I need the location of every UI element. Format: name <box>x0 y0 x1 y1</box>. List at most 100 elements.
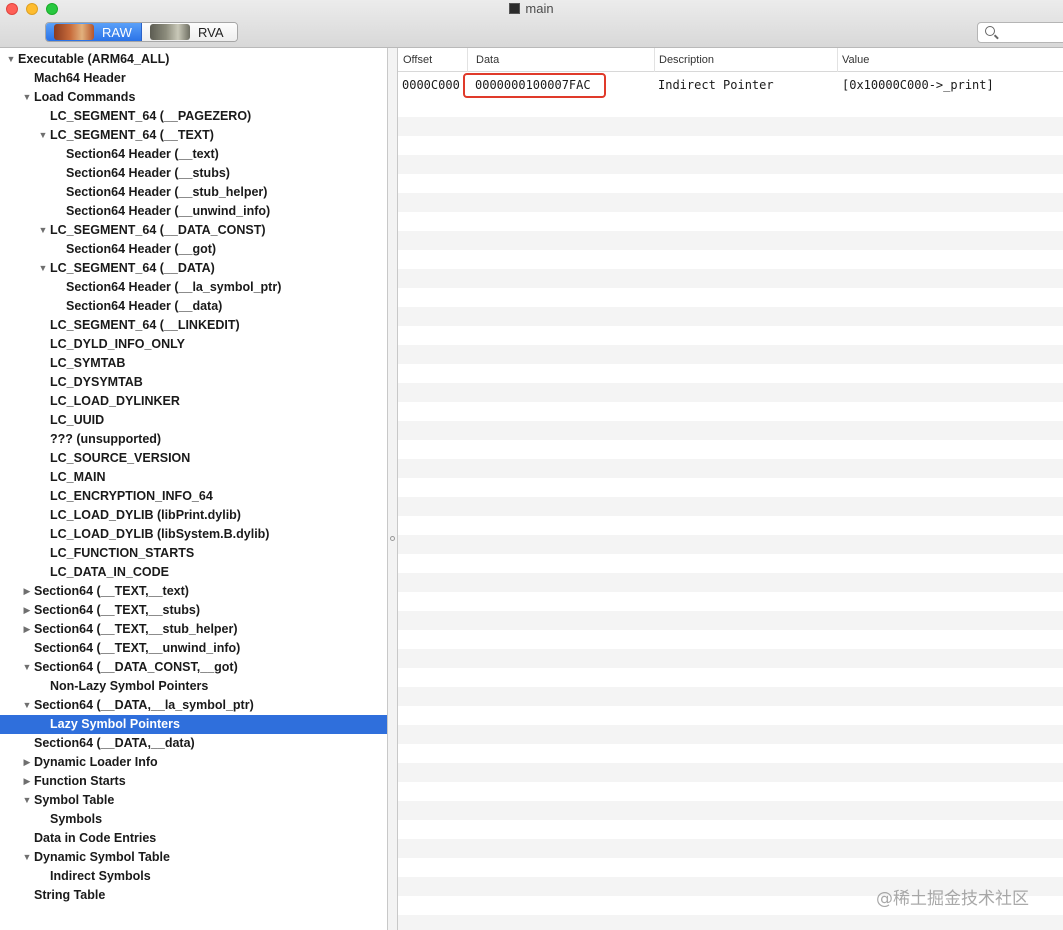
tree-item[interactable]: ▼ Section64 (__DATA_CONST,__got) <box>0 658 387 677</box>
split-view-divider[interactable] <box>388 48 398 930</box>
tree-item-label: Indirect Symbols <box>50 869 151 883</box>
tree-item[interactable]: Lazy Symbol Pointers <box>0 715 387 734</box>
tree-item-label: Section64 (__TEXT,__text) <box>34 584 189 598</box>
tree-item[interactable]: LC_SEGMENT_64 (__PAGEZERO) <box>0 107 387 126</box>
tree-item[interactable]: Section64 Header (__data) <box>0 297 387 316</box>
disclosure-triangle-open-icon[interactable]: ▼ <box>22 848 32 867</box>
column-header-data[interactable]: Data <box>471 48 655 72</box>
raw-mode-button[interactable]: RAW <box>46 23 142 41</box>
table-row-stripe <box>398 915 1063 930</box>
disclosure-triangle-open-icon[interactable]: ▼ <box>22 88 32 107</box>
tree-item[interactable]: LC_LOAD_DYLIB (libSystem.B.dylib) <box>0 525 387 544</box>
tree-item-label: Section64 Header (__got) <box>66 242 217 256</box>
tree-item[interactable]: LC_UUID <box>0 411 387 430</box>
tree-item[interactable]: LC_SYMTAB <box>0 354 387 373</box>
structure-tree[interactable]: ▼ Executable (ARM64_ALL) Mach64 Header ▼ Loa… <box>0 48 388 930</box>
disclosure-triangle-open-icon[interactable]: ▼ <box>38 126 48 145</box>
tree-item-label: Dynamic Symbol Table <box>34 850 170 864</box>
tree-item[interactable]: ▼ Load Commands <box>0 88 387 107</box>
column-header-offset[interactable]: Offset <box>398 48 468 72</box>
disclosure-triangle-closed-icon[interactable]: ▶ <box>22 601 32 620</box>
tree-item-label: LC_SEGMENT_64 (__LINKEDIT) <box>50 318 240 332</box>
tree-item[interactable]: LC_MAIN <box>0 468 387 487</box>
tree-item[interactable]: LC_SEGMENT_64 (__LINKEDIT) <box>0 316 387 335</box>
tree-item[interactable]: Section64 Header (__text) <box>0 145 387 164</box>
tree-item[interactable]: ▼ LC_SEGMENT_64 (__TEXT) <box>0 126 387 145</box>
disclosure-triangle-open-icon[interactable]: ▼ <box>22 696 32 715</box>
tree-item-label: Section64 Header (__data) <box>66 299 223 313</box>
tree-item[interactable]: ▶ Section64 (__TEXT,__stub_helper) <box>0 620 387 639</box>
tree-item[interactable]: Section64 Header (__la_symbol_ptr) <box>0 278 387 297</box>
tree-item[interactable]: Section64 (__DATA,__data) <box>0 734 387 753</box>
tree-item[interactable]: LC_DYSYMTAB <box>0 373 387 392</box>
tree-item[interactable]: LC_DYLD_INFO_ONLY <box>0 335 387 354</box>
tree-item[interactable]: ▶ Section64 (__TEXT,__text) <box>0 582 387 601</box>
tree-item-label: LC_DYLD_INFO_ONLY <box>50 337 185 351</box>
tree-item[interactable]: Section64 Header (__stub_helper) <box>0 183 387 202</box>
tree-item[interactable]: ▼ LC_SEGMENT_64 (__DATA) <box>0 259 387 278</box>
disclosure-triangle-closed-icon[interactable]: ▶ <box>22 620 32 639</box>
watermark: @稀土掘金技术社区 <box>876 889 1029 909</box>
tree-item[interactable]: LC_ENCRYPTION_INFO_64 <box>0 487 387 506</box>
tree-item-label: LC_UUID <box>50 413 105 427</box>
tree-item-label: LC_SEGMENT_64 (__TEXT) <box>50 128 214 142</box>
tree-item[interactable]: ▼ Dynamic Symbol Table <box>0 848 387 867</box>
tree-item[interactable]: Indirect Symbols <box>0 867 387 886</box>
search-field[interactable] <box>977 22 1063 43</box>
tree-item-label: LC_LOAD_DYLINKER <box>50 394 180 408</box>
disclosure-triangle-closed-icon[interactable]: ▶ <box>22 753 32 772</box>
column-header-value[interactable]: Value <box>837 48 1063 72</box>
tree-item[interactable]: LC_FUNCTION_STARTS <box>0 544 387 563</box>
tree-item[interactable]: LC_DATA_IN_CODE <box>0 563 387 582</box>
tree-item[interactable]: Section64 Header (__unwind_info) <box>0 202 387 221</box>
tree-item[interactable]: Symbols <box>0 810 387 829</box>
tree-item-label: Section64 (__DATA,__la_symbol_ptr) <box>34 698 254 712</box>
disclosure-triangle-open-icon[interactable]: ▼ <box>22 791 32 810</box>
tree-item[interactable]: LC_LOAD_DYLINKER <box>0 392 387 411</box>
tree-item-label: Section64 (__TEXT,__stubs) <box>34 603 201 617</box>
tree-item[interactable]: ▶ Dynamic Loader Info <box>0 753 387 772</box>
window-title: main <box>525 1 554 16</box>
divider-handle-icon <box>390 536 395 541</box>
tree-item[interactable]: ▼ Symbol Table <box>0 791 387 810</box>
tree-item[interactable]: LC_SOURCE_VERSION <box>0 449 387 468</box>
tree-item[interactable]: Section64 Header (__stubs) <box>0 164 387 183</box>
tree-item[interactable]: Non-Lazy Symbol Pointers <box>0 677 387 696</box>
tree-item[interactable]: Data in Code Entries <box>0 829 387 848</box>
tree-item[interactable]: LC_LOAD_DYLIB (libPrint.dylib) <box>0 506 387 525</box>
disclosure-triangle-open-icon[interactable]: ▼ <box>38 259 48 278</box>
tree-item[interactable]: ▶ Section64 (__TEXT,__stubs) <box>0 601 387 620</box>
tree-item-label: LC_SEGMENT_64 (__DATA) <box>50 261 215 275</box>
tree-item-label: String Table <box>34 888 106 902</box>
tree-item-label: Function Starts <box>34 774 126 788</box>
tree-item[interactable]: ▼ Executable (ARM64_ALL) <box>0 50 387 69</box>
tree-item[interactable]: ▼ LC_SEGMENT_64 (__DATA_CONST) <box>0 221 387 240</box>
column-header-description[interactable]: Description <box>654 48 838 72</box>
tree-item-label: Dynamic Loader Info <box>34 755 158 769</box>
table-row-stripe <box>398 687 1063 706</box>
rva-mode-button[interactable]: RVA <box>142 23 237 41</box>
table-row-stripe <box>398 269 1063 288</box>
table-row-stripe <box>398 345 1063 364</box>
table-row-stripe <box>398 801 1063 820</box>
tree-item[interactable]: ??? (unsupported) <box>0 430 387 449</box>
table-row-stripe <box>398 193 1063 212</box>
disclosure-triangle-closed-icon[interactable]: ▶ <box>22 582 32 601</box>
tree-item-label: LC_FUNCTION_STARTS <box>50 546 195 560</box>
disclosure-triangle-open-icon[interactable]: ▼ <box>38 221 48 240</box>
tree-item-label: LC_ENCRYPTION_INFO_64 <box>50 489 213 503</box>
disclosure-triangle-open-icon[interactable]: ▼ <box>22 658 32 677</box>
tree-item[interactable]: Mach64 Header <box>0 69 387 88</box>
tree-item-label: Non-Lazy Symbol Pointers <box>50 679 209 693</box>
tree-item[interactable]: Section64 (__TEXT,__unwind_info) <box>0 639 387 658</box>
tree-item[interactable]: ▶ Function Starts <box>0 772 387 791</box>
raw-mode-label: RAW <box>102 24 132 40</box>
tree-item[interactable]: ▼ Section64 (__DATA,__la_symbol_ptr) <box>0 696 387 715</box>
tree-item-label: Section64 (__DATA_CONST,__got) <box>34 660 238 674</box>
tree-item[interactable]: String Table <box>0 886 387 905</box>
disclosure-triangle-closed-icon[interactable]: ▶ <box>22 772 32 791</box>
tree-item[interactable]: Section64 Header (__got) <box>0 240 387 259</box>
tree-item-label: Section64 Header (__text) <box>66 147 219 161</box>
disclosure-triangle-open-icon[interactable]: ▼ <box>6 50 16 69</box>
table-row-stripe <box>398 839 1063 858</box>
